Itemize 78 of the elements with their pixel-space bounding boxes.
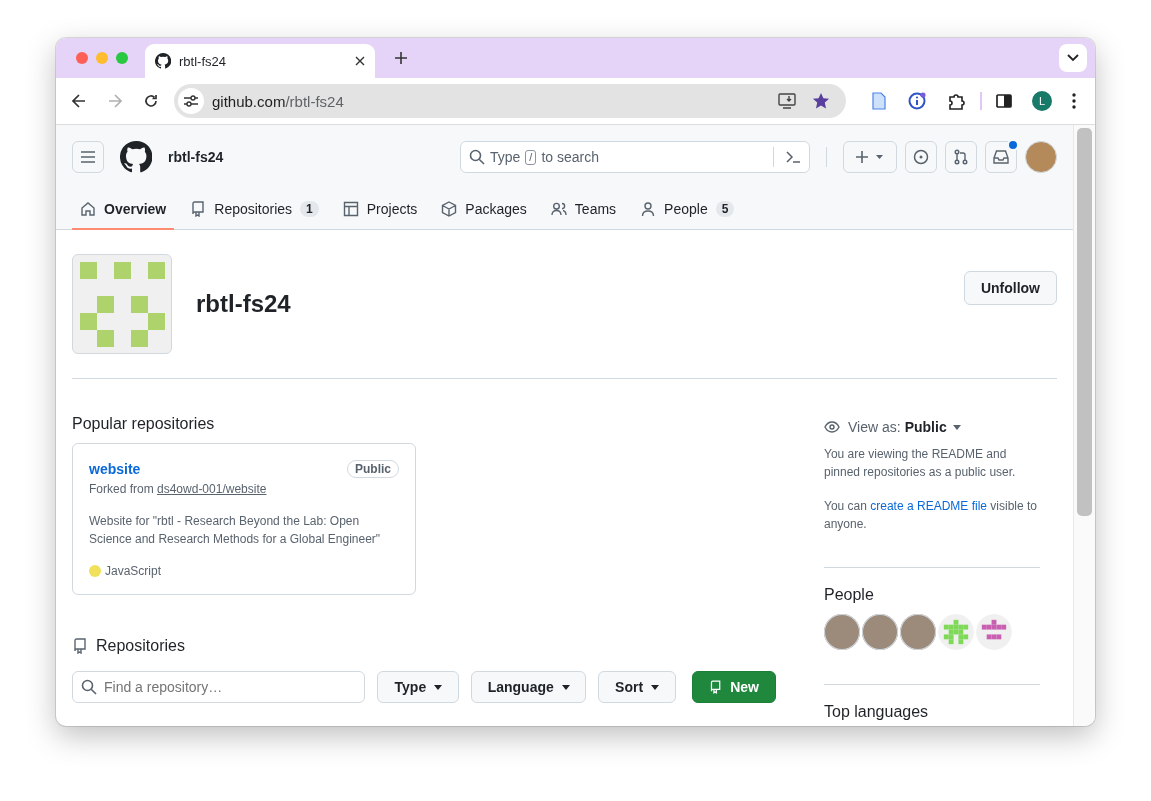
caret-icon [434, 684, 443, 690]
create-button[interactable] [843, 141, 897, 173]
package-icon [441, 200, 458, 217]
member-avatar[interactable] [824, 614, 860, 650]
octocat-icon [155, 53, 171, 69]
filter-dropdown[interactable]: Sort [598, 671, 676, 703]
address-bar[interactable]: github.com/rbtl-fs24 [174, 84, 846, 118]
search-field[interactable]: Type / to search [460, 141, 810, 173]
person-icon [640, 200, 657, 217]
filter-dropdown[interactable]: Language [471, 671, 587, 703]
browser-tab[interactable]: rbtl-fs24 [145, 44, 375, 78]
repo-description: Website for "rbtl - Research Beyond the Lab: Open Science and Research Methods for a Global Engineer" [89, 513, 382, 548]
section-heading: Popular repositories [72, 415, 216, 433]
pull-request-icon [953, 149, 969, 165]
hamburger-icon [80, 150, 96, 164]
sidebar-icon[interactable] [996, 94, 1012, 108]
caret-icon [651, 684, 660, 690]
github-logo-icon[interactable] [120, 141, 152, 173]
language-name: JavaScript [105, 564, 162, 578]
nav-tab[interactable]: Teams [542, 189, 625, 230]
search-icon [469, 149, 485, 165]
info-icon[interactable] [908, 92, 926, 110]
menu-button[interactable] [72, 141, 104, 173]
fork-source-link[interactable]: ds4owd-001/website [157, 482, 267, 496]
tab-search-button[interactable] [1059, 44, 1087, 72]
chevron-down-icon [1067, 54, 1079, 62]
eye-icon [824, 421, 840, 433]
book-icon [190, 200, 207, 217]
section-heading: Repositories [96, 637, 185, 655]
unfollow-button[interactable]: Unfollow [963, 271, 1057, 305]
org-name[interactable]: rbtl-fs24 [168, 149, 224, 165]
org-title: rbtl-fs24 [196, 290, 291, 318]
star-icon[interactable] [812, 92, 830, 110]
pull-requests-button[interactable] [945, 141, 977, 173]
menu-icon[interactable] [1072, 93, 1076, 109]
caret-icon [561, 684, 570, 690]
people-icon [550, 200, 567, 217]
scrollbar-thumb[interactable] [1077, 128, 1092, 516]
close-icon[interactable] [355, 56, 365, 66]
repo-link[interactable]: website [89, 461, 141, 477]
nav-tab[interactable]: People 5 [632, 189, 743, 230]
circle-dot-icon [913, 149, 929, 165]
back-icon[interactable] [72, 94, 86, 108]
inbox-icon [993, 150, 1009, 164]
puzzle-icon[interactable] [948, 92, 966, 110]
create-readme-link[interactable]: create a README file [870, 499, 987, 513]
member-avatar[interactable] [900, 614, 936, 650]
inbox-button[interactable] [985, 141, 1017, 173]
table-icon [342, 200, 359, 217]
member-avatar[interactable] [976, 614, 1012, 650]
readme-note: You can create a README file visible to anyone. [824, 498, 1038, 533]
terminal-icon[interactable] [785, 150, 801, 164]
public-view-note: You are viewing the README and pinned repositories as a public user. [824, 446, 1017, 481]
repository-search-field[interactable]: Find a repository… [72, 671, 366, 703]
member-avatar[interactable] [862, 614, 898, 650]
new-tab-icon[interactable] [395, 52, 407, 64]
document-icon[interactable] [872, 92, 886, 110]
caret-icon [952, 424, 961, 430]
nav-tab[interactable]: Repositories 1 [182, 189, 327, 230]
nav-tab[interactable]: Packages [433, 189, 535, 230]
section-heading: People [824, 586, 875, 604]
fork-note: Forked from ds4owd-001/website [89, 482, 268, 496]
section-heading: Top languages [824, 703, 930, 721]
new-repository-button[interactable]: New [692, 671, 776, 703]
site-settings-icon[interactable] [184, 95, 198, 107]
nav-tab[interactable]: Projects [334, 189, 426, 230]
view-as-dropdown[interactable]: View as: Public [824, 419, 1040, 435]
nav-tab[interactable]: Overview [72, 189, 175, 230]
user-avatar[interactable] [1025, 141, 1057, 173]
repo-icon [72, 638, 88, 654]
filter-dropdown[interactable]: Type [377, 671, 460, 703]
install-icon[interactable] [778, 93, 796, 109]
profile-avatar[interactable]: L [1032, 91, 1052, 111]
home-icon [80, 200, 96, 217]
issues-button[interactable] [905, 141, 937, 173]
reload-icon[interactable] [144, 94, 158, 108]
repo-icon [709, 679, 723, 695]
plus-icon [856, 150, 884, 164]
